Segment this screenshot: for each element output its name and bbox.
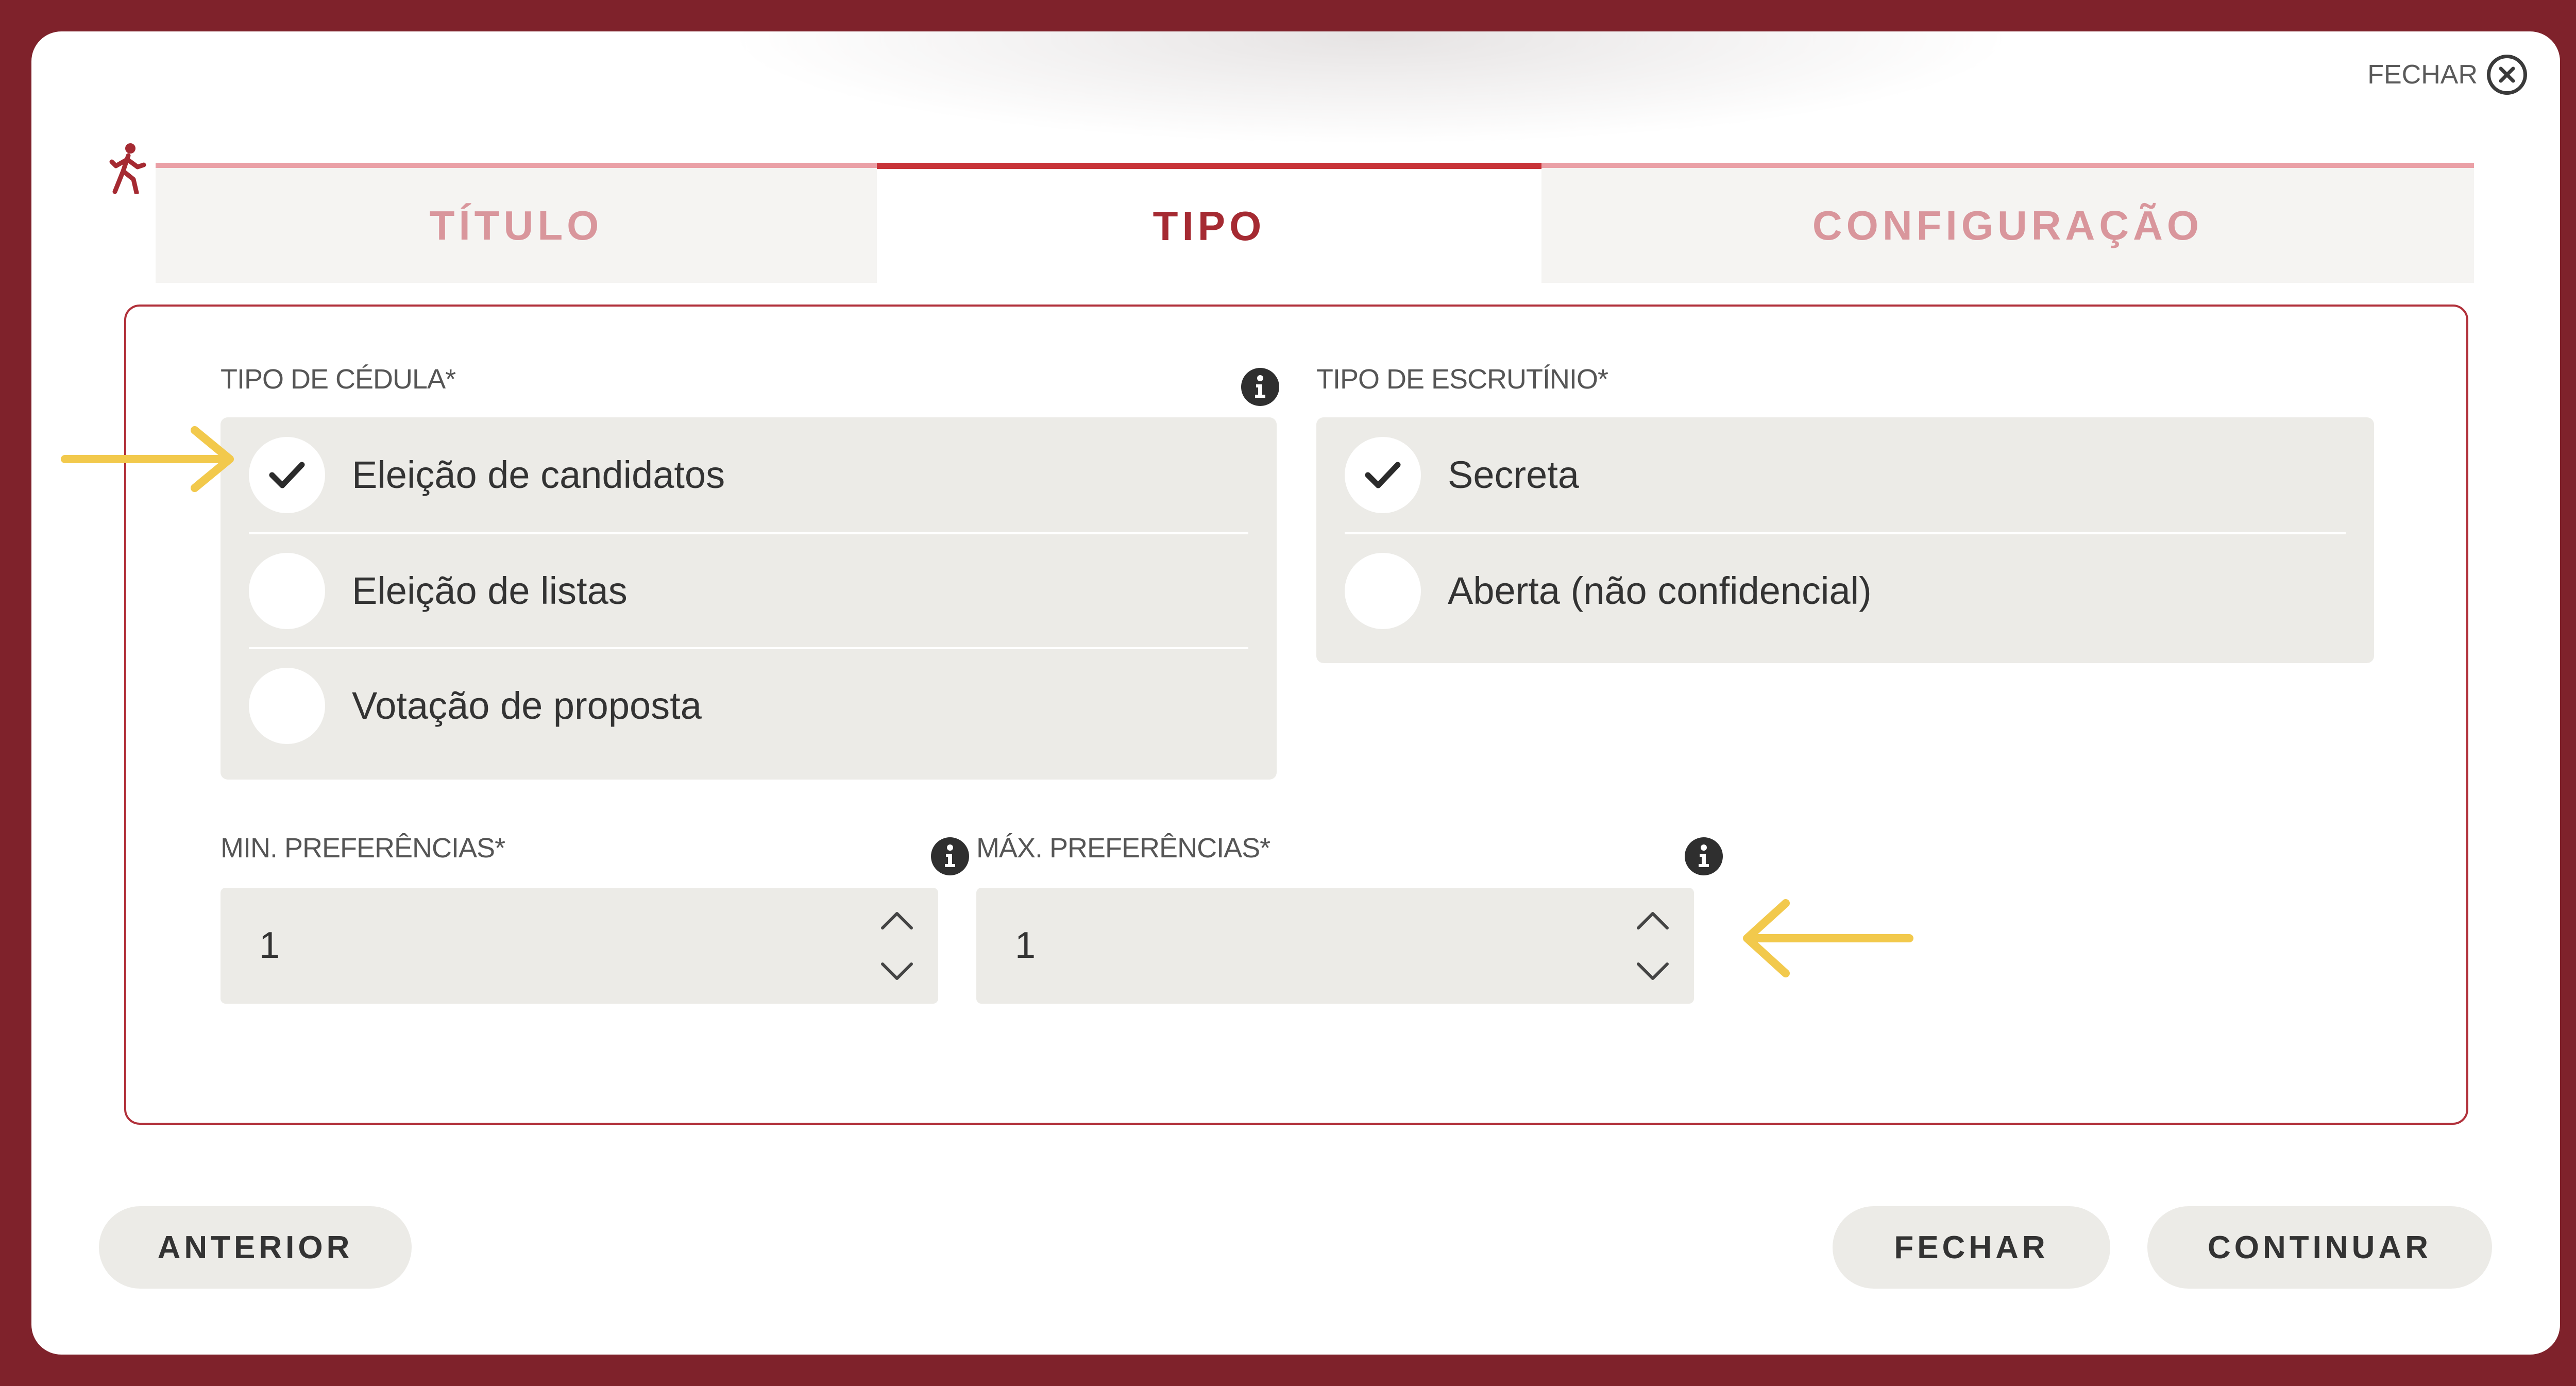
info-icon[interactable] [931, 837, 969, 875]
max-preferences-stepper[interactable]: 1 [976, 888, 1694, 1004]
max-preferences-value[interactable]: 1 [1015, 888, 1036, 1004]
radio-unselected[interactable] [249, 667, 325, 744]
ballot-option-candidatos[interactable]: Eleição de candidatos [249, 417, 1248, 532]
scrutiny-option-secreta[interactable]: Secreta [1345, 417, 2346, 532]
radio-unselected[interactable] [1345, 552, 1421, 629]
info-icon[interactable] [1685, 837, 1723, 875]
stepper-arrows[interactable] [876, 902, 918, 990]
option-label: Secreta [1448, 453, 1580, 496]
option-label: Eleição de listas [352, 569, 628, 612]
ballot-type-label: TIPO DE CÉDULA* [221, 364, 456, 395]
min-preferences-stepper[interactable]: 1 [221, 888, 938, 1004]
walking-person-icon [109, 143, 146, 194]
scrutiny-type-options: Secreta Aberta (não confidencial) [1316, 417, 2374, 663]
wizard-tabs: TÍTULO TIPO CONFIGURAÇÃO [156, 163, 2474, 283]
min-preferences-label: MIN. PREFERÊNCIAS* [221, 833, 505, 864]
scrutiny-option-aberta[interactable]: Aberta (não confidencial) [1345, 532, 2346, 647]
ballot-option-listas[interactable]: Eleição de listas [249, 532, 1248, 647]
radio-selected[interactable] [249, 436, 325, 513]
close-button[interactable]: FECHAR [1833, 1206, 2110, 1289]
wizard-modal: FECHAR TÍTULO TIPO CONFIGURAÇÃO TIPO DE … [31, 31, 2560, 1355]
checkmark-icon [1365, 462, 1401, 488]
close-link[interactable]: FECHAR [2367, 55, 2527, 95]
previous-button[interactable]: ANTERIOR [99, 1206, 412, 1289]
stepper-arrows[interactable] [1632, 902, 1673, 990]
tab-tipo[interactable]: TIPO [877, 163, 1541, 283]
arrow-right-icon [61, 426, 234, 492]
close-link-label: FECHAR [2367, 60, 2478, 90]
close-icon[interactable] [2487, 55, 2527, 95]
option-label: Votação de proposta [352, 684, 702, 727]
min-preferences-value[interactable]: 1 [259, 888, 280, 1004]
tab-configuracao[interactable]: CONFIGURAÇÃO [1541, 163, 2474, 283]
form-card: TIPO DE CÉDULA* Eleição de candidatos El… [124, 305, 2468, 1125]
radio-unselected[interactable] [249, 552, 325, 629]
checkmark-icon [269, 462, 305, 488]
continue-button[interactable]: CONTINUAR [2147, 1206, 2492, 1289]
option-label: Eleição de candidatos [352, 453, 725, 496]
ballot-type-options: Eleição de candidatos Eleição de listas … [221, 417, 1277, 780]
scrutiny-type-label: TIPO DE ESCRUTÍNIO* [1316, 364, 1608, 395]
radio-selected[interactable] [1345, 436, 1421, 513]
ballot-option-proposta[interactable]: Votação de proposta [249, 647, 1248, 762]
arrow-left-icon [1743, 899, 1913, 977]
header-glow [727, 31, 2015, 145]
info-icon[interactable] [1241, 368, 1279, 406]
option-label: Aberta (não confidencial) [1448, 569, 1872, 612]
max-preferences-label: MÁX. PREFERÊNCIAS* [976, 833, 1270, 864]
tab-titulo[interactable]: TÍTULO [156, 163, 877, 283]
